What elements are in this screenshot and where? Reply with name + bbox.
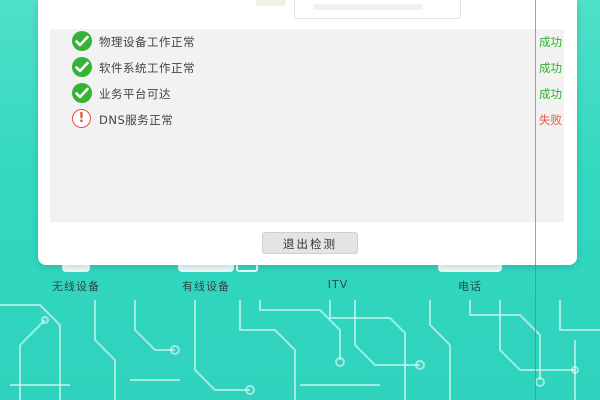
check-item-result: 失败 [539, 113, 562, 127]
alert-circle-icon: ! [72, 109, 91, 128]
check-results-panel: 物理设备工作正常 成功 软件系统工作正常 成功 业务平台可达 成功 ! DNS服… [50, 29, 564, 222]
dialog-header-fragment [256, 0, 286, 6]
diagnosis-dialog: 物理设备工作正常 成功 软件系统工作正常 成功 业务平台可达 成功 ! DNS服… [38, 0, 577, 265]
check-circle-icon [72, 83, 92, 103]
check-item-label: DNS服务正常 [99, 113, 174, 127]
check-item-software: 软件系统工作正常 成功 [72, 57, 562, 79]
overlay-divider-line [535, 0, 536, 400]
dialog-header-box [294, 0, 461, 19]
check-item-platform: 业务平台可达 成功 [72, 83, 562, 105]
check-item-label: 业务平台可达 [99, 87, 171, 101]
device-phone-label: 电话 [458, 280, 482, 293]
device-wireless-label: 无线设备 [52, 280, 100, 293]
check-item-label: 物理设备工作正常 [99, 35, 195, 49]
device-wired-label: 有线设备 [182, 280, 230, 293]
device-itv-label: ITV [327, 278, 349, 291]
check-circle-icon [72, 31, 92, 51]
exit-check-button[interactable]: 退出检测 [262, 232, 358, 254]
check-item-result: 成功 [539, 61, 562, 75]
check-item-dns: ! DNS服务正常 失败 [72, 109, 562, 131]
check-item-result: 成功 [539, 87, 562, 101]
check-item-label: 软件系统工作正常 [99, 61, 195, 75]
check-item-physical: 物理设备工作正常 成功 [72, 31, 562, 53]
check-item-result: 成功 [539, 35, 562, 49]
check-circle-icon [72, 57, 92, 77]
